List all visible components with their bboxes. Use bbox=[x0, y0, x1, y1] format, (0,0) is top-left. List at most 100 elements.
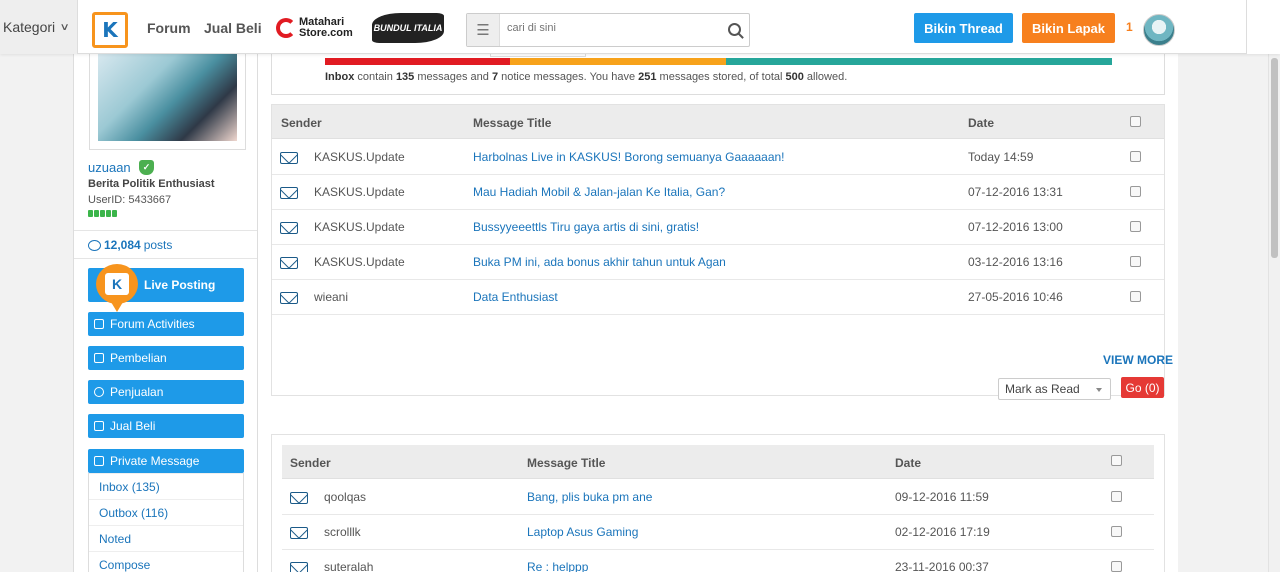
go-button[interactable]: Go (0) bbox=[1121, 377, 1164, 398]
user-avatar[interactable] bbox=[1143, 14, 1175, 46]
kategori-label: Kategori bbox=[3, 19, 56, 35]
speech-bubble-icon bbox=[88, 239, 101, 251]
table-row[interactable]: qoolqas Bang, plis buka pm ane 09-12-2016 … bbox=[282, 480, 1154, 515]
pm-inbox-link[interactable]: Inbox (135) bbox=[89, 473, 243, 499]
table-row[interactable]: KASKUS.Update Bussyyeeettls Tiru gaya art… bbox=[272, 210, 1164, 245]
posts-label: posts bbox=[143, 238, 173, 252]
message-sender[interactable]: qoolqas bbox=[324, 490, 366, 504]
profile-picture[interactable] bbox=[89, 54, 246, 150]
view-more-link[interactable]: VIEW MORE bbox=[1103, 353, 1173, 367]
inbox-table-header: Sender Message Title Date bbox=[272, 105, 1164, 139]
logo-letter: K bbox=[102, 18, 118, 42]
posts-count[interactable]: 12,084 posts bbox=[88, 238, 172, 252]
message-title-link[interactable]: Mau Hadiah Mobil & Jalan-jalan Ke Italia… bbox=[473, 185, 725, 199]
hamburger-menu-icon[interactable]: ☰ bbox=[467, 14, 500, 46]
row-checkbox[interactable] bbox=[1130, 186, 1141, 197]
notification-count[interactable]: 1 bbox=[1126, 20, 1133, 34]
avatar bbox=[98, 54, 237, 141]
table-row[interactable]: KASKUS.Update Buka PM ini, ada bonus akhi… bbox=[272, 245, 1164, 280]
envelope-icon bbox=[290, 562, 308, 572]
message-sender[interactable]: KASKUS.Update bbox=[314, 185, 405, 199]
mark-action-select[interactable]: Mark as Read bbox=[998, 378, 1111, 400]
pembelian-button[interactable]: Pembelian bbox=[88, 346, 244, 370]
quota-segment-inbox bbox=[325, 58, 510, 65]
user-id: UserID: 5433667 bbox=[88, 194, 172, 206]
message-date: 03-12-2016 13:16 bbox=[968, 255, 1063, 269]
pm-compose-link[interactable]: Compose bbox=[89, 551, 243, 572]
message-title-link[interactable]: Re : helppp bbox=[527, 560, 588, 572]
divider bbox=[74, 230, 257, 231]
row-checkbox[interactable] bbox=[1130, 256, 1141, 267]
bikin-lapak-button[interactable]: Bikin Lapak bbox=[1022, 13, 1115, 43]
forum-activities-label: Forum Activities bbox=[110, 317, 195, 331]
row-checkbox[interactable] bbox=[1111, 491, 1122, 502]
pm-noted-link[interactable]: Noted bbox=[89, 525, 243, 551]
search-input[interactable] bbox=[507, 22, 707, 34]
select-all-checkbox[interactable] bbox=[1130, 116, 1141, 127]
table-row[interactable]: KASKUS.Update Harbolnas Live in KASKUS! B… bbox=[272, 140, 1164, 175]
row-checkbox[interactable] bbox=[1130, 221, 1141, 232]
private-message-button[interactable]: Private Message bbox=[88, 449, 244, 473]
nav-forum[interactable]: Forum bbox=[147, 20, 191, 36]
header-sender: Sender bbox=[281, 116, 322, 130]
message-date: 09-12-2016 11:59 bbox=[895, 490, 989, 504]
scrollbar[interactable] bbox=[1268, 54, 1280, 572]
quota-segment-free bbox=[726, 58, 1112, 65]
message-title-link[interactable]: Buka PM ini, ada bonus akhir tahun untuk… bbox=[473, 255, 726, 269]
cart-icon bbox=[94, 421, 104, 431]
bundul-italia-logo[interactable]: BUNDUL ITALIA bbox=[372, 13, 444, 43]
message-date: 23-11-2016 00:37 bbox=[895, 560, 989, 572]
search-icon[interactable] bbox=[728, 23, 741, 36]
header-date: Date bbox=[895, 456, 922, 470]
forum-activities-button[interactable]: Forum Activities bbox=[88, 312, 244, 336]
message-sender[interactable]: KASKUS.Update bbox=[314, 220, 405, 234]
divider bbox=[74, 258, 257, 259]
matahari-store-logo[interactable]: Matahari Store.com bbox=[276, 17, 353, 39]
message-sender[interactable]: wieani bbox=[314, 290, 348, 304]
message-title-link[interactable]: Laptop Asus Gaming bbox=[527, 525, 638, 539]
reputation-bar bbox=[88, 210, 117, 217]
message-date: Today 14:59 bbox=[968, 150, 1034, 164]
kategori-dropdown[interactable]: Kategori ∨ bbox=[0, 0, 78, 54]
table-row[interactable]: KASKUS.Update Mau Hadiah Mobil & Jalan-ja… bbox=[272, 175, 1164, 210]
message-sender[interactable]: KASKUS.Update bbox=[314, 150, 405, 164]
kaskus-logo[interactable]: K bbox=[92, 12, 128, 48]
row-checkbox[interactable] bbox=[1111, 561, 1122, 572]
matahari-line2: Store.com bbox=[299, 27, 353, 39]
mark-action-value: Mark as Read bbox=[1005, 382, 1080, 396]
row-checkbox[interactable] bbox=[1130, 291, 1141, 302]
message-sender[interactable]: scrolllk bbox=[324, 525, 361, 539]
penjualan-button[interactable]: Penjualan bbox=[88, 380, 244, 404]
message-title-link[interactable]: Harbolnas Live in KASKUS! Borong semuany… bbox=[473, 150, 785, 164]
scrollbar-thumb[interactable] bbox=[1271, 58, 1278, 258]
user-title: Berita Politik Enthusiast bbox=[88, 178, 215, 190]
envelope-icon bbox=[290, 492, 308, 504]
message-title-link[interactable]: Bang, plis buka pm ane bbox=[527, 490, 652, 504]
table-row[interactable]: wieani Data Enthusiast 27-05-2016 10:46 bbox=[272, 280, 1164, 315]
envelope-icon bbox=[280, 257, 298, 269]
username[interactable]: uzuaan bbox=[88, 160, 131, 175]
select-all-checkbox[interactable] bbox=[1111, 455, 1122, 466]
message-sender[interactable]: suteralah bbox=[324, 560, 373, 572]
message-title-link[interactable]: Data Enthusiast bbox=[473, 290, 558, 304]
header-date: Date bbox=[968, 116, 995, 130]
inbox-table: Sender Message Title Date KASKUS.Update H… bbox=[271, 104, 1165, 396]
row-checkbox[interactable] bbox=[1111, 526, 1122, 537]
list-icon bbox=[94, 319, 104, 329]
message-title-link[interactable]: Bussyyeeettls Tiru gaya artis di sini, g… bbox=[473, 220, 699, 234]
chevron-down-icon: ∨ bbox=[59, 21, 70, 33]
table-row[interactable]: scrolllk Laptop Asus Gaming 02-12-2016 17:… bbox=[282, 515, 1154, 550]
shield-icon: ✓ bbox=[139, 160, 154, 175]
bikin-thread-button[interactable]: Bikin Thread bbox=[914, 13, 1013, 43]
row-checkbox[interactable] bbox=[1130, 151, 1141, 162]
right-gutter bbox=[1178, 54, 1268, 572]
table-row[interactable]: suteralah Re : helppp 23-11-2016 00:37 bbox=[282, 550, 1154, 572]
jual-beli-button[interactable]: Jual Beli bbox=[88, 414, 244, 438]
envelope-icon bbox=[290, 527, 308, 539]
bag-icon bbox=[94, 353, 104, 363]
left-sidebar: uzuaan ✓ Berita Politik Enthusiast UserI… bbox=[73, 54, 258, 572]
message-sender[interactable]: KASKUS.Update bbox=[314, 255, 405, 269]
nav-jual-beli[interactable]: Jual Beli bbox=[204, 20, 262, 36]
envelope-icon bbox=[280, 222, 298, 234]
pm-outbox-link[interactable]: Outbox (116) bbox=[89, 499, 243, 525]
